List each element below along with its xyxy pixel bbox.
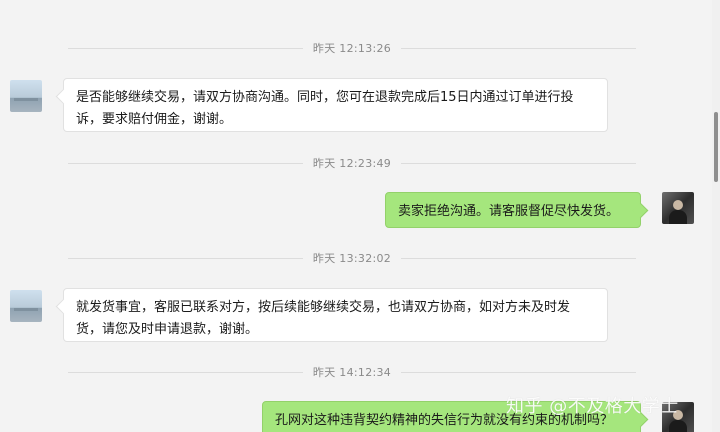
chat-message-list: 昨天 12:13:26 是否能够继续交易，请双方协商沟通。同时，您可在退款完成后… (0, 0, 712, 432)
divider-line (401, 162, 637, 164)
timestamp-text: 昨天 12:13:26 (312, 42, 392, 55)
message-bubble-received[interactable]: 就发货事宜，客服已联系对方，按后续能够继续交易，也请双方协商，如对方未及时发货，… (63, 288, 608, 342)
scrollbar-thumb[interactable] (714, 112, 718, 182)
timestamp-divider: 昨天 12:23:49 (68, 155, 637, 171)
divider-line (68, 257, 303, 259)
contact-avatar[interactable] (10, 290, 42, 322)
timestamp-text: 昨天 12:23:49 (312, 157, 392, 170)
message-bubble-received[interactable]: 是否能够继续交易，请双方协商沟通。同时，您可在退款完成后15日内通过订单进行投诉… (63, 78, 608, 132)
timestamp-text: 昨天 14:12:34 (312, 366, 392, 379)
timestamp-text: 昨天 13:32:02 (312, 252, 392, 265)
zhihu-watermark: 知乎 @不及格大学士 (506, 396, 679, 417)
divider-line (68, 162, 303, 164)
divider-line (401, 47, 637, 49)
timestamp-divider: 昨天 12:13:26 (68, 40, 637, 56)
divider-line (68, 47, 303, 49)
self-avatar[interactable] (662, 192, 694, 224)
message-text: 是否能够继续交易，请双方协商沟通。同时，您可在退款完成后15日内通过订单进行投诉… (76, 90, 574, 127)
vertical-scrollbar-track[interactable] (712, 0, 720, 432)
message-text: 就发货事宜，客服已联系对方，按后续能够继续交易，也请双方协商，如对方未及时发货，… (76, 300, 571, 337)
timestamp-divider: 昨天 14:12:34 (68, 364, 637, 380)
divider-line (401, 371, 637, 373)
timestamp-divider: 昨天 13:32:02 (68, 250, 637, 266)
divider-line (401, 257, 637, 259)
message-text: 卖家拒绝沟通。请客服督促尽快发货。 (398, 204, 620, 219)
contact-avatar[interactable] (10, 80, 42, 112)
message-bubble-sent[interactable]: 卖家拒绝沟通。请客服督促尽快发货。 (385, 192, 641, 228)
divider-line (68, 371, 303, 373)
